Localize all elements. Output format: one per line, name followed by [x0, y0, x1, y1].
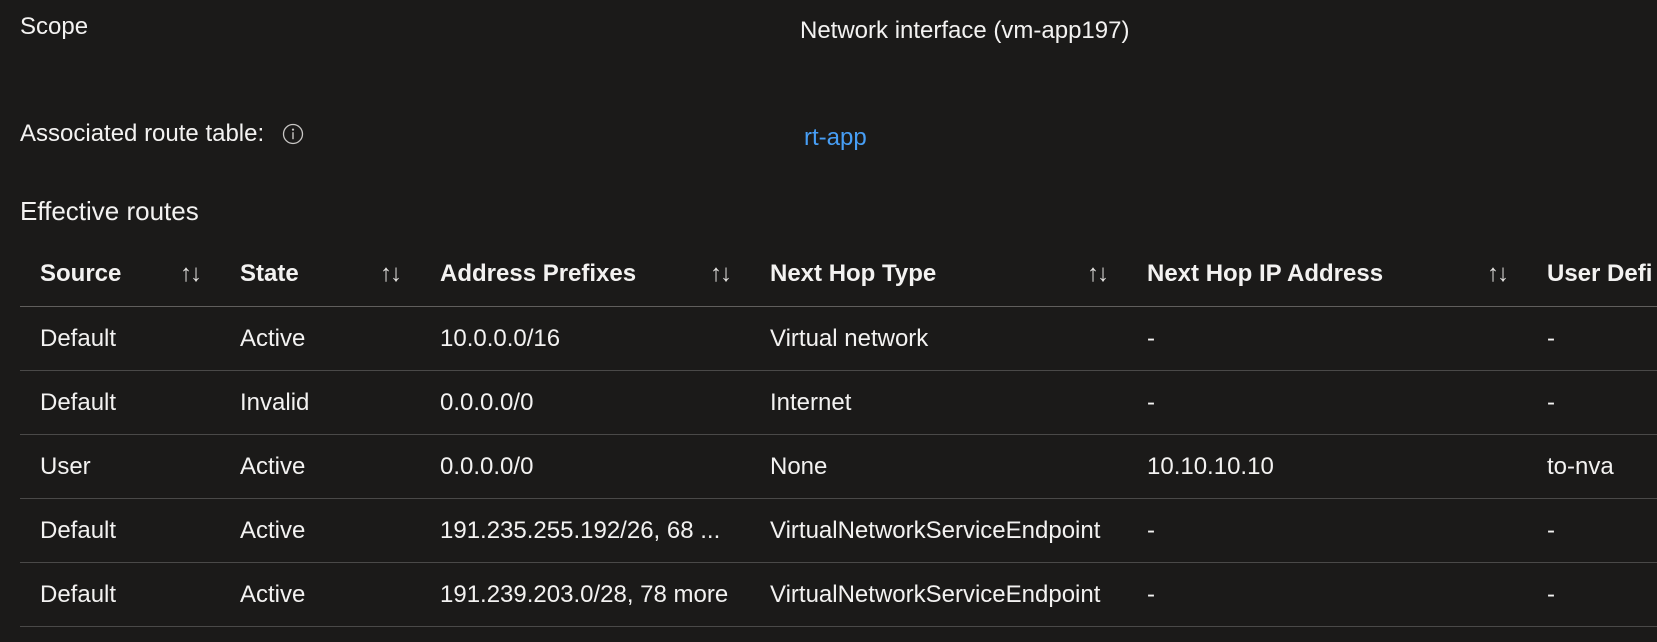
cell-next-hop-ip: -: [1147, 516, 1155, 544]
cell-next-hop-type: VirtualNetworkServiceEndpoint: [770, 516, 1101, 544]
cell-source: Default: [40, 516, 117, 544]
cell-next-hop-ip: 10.10.10.10: [1147, 452, 1274, 480]
table-row[interactable]: User Active 0.0.0.0/0 None 10.10.10.10 t…: [20, 435, 1657, 499]
cell-next-hop-ip: -: [1147, 388, 1155, 416]
cell-user-defined: -: [1547, 516, 1555, 544]
cell-user-defined: -: [1547, 324, 1555, 352]
effective-routes-title: Effective routes: [20, 196, 199, 226]
table-row[interactable]: Default Active 191.239.203.0/28, 78 more…: [20, 563, 1657, 627]
associated-route-table-row: Associated route table:: [20, 119, 304, 149]
cell-source: User: [40, 452, 91, 480]
cell-address-prefixes: 191.235.255.192/26, 68 ...: [440, 516, 721, 544]
cell-state: Active: [240, 452, 306, 480]
cell-next-hop-type: None: [770, 452, 828, 480]
associated-route-table-label: Associated route table:: [20, 120, 265, 147]
cell-source: Default: [40, 324, 117, 352]
cell-address-prefixes: 10.0.0.0/16: [440, 324, 561, 352]
cell-next-hop-type: Internet: [770, 388, 852, 416]
cell-user-defined: -: [1547, 388, 1555, 416]
sort-icon[interactable]: ↑↓: [380, 260, 402, 288]
cell-address-prefixes: 0.0.0.0/0: [440, 452, 534, 480]
scope-value: Network interface (vm-app197): [800, 17, 1130, 44]
route-table-link[interactable]: rt-app: [804, 123, 867, 153]
column-header-user-defined[interactable]: User Defi: [1527, 260, 1657, 288]
table-row[interactable]: Default Invalid 0.0.0.0/0 Internet - -: [20, 371, 1657, 435]
cell-source: Default: [40, 388, 117, 416]
column-header-source[interactable]: Source ↑↓: [20, 260, 220, 288]
sort-icon[interactable]: ↑↓: [1487, 260, 1509, 288]
cell-state: Active: [240, 324, 306, 352]
scope-label: Scope: [20, 13, 89, 40]
cell-state: Active: [240, 516, 306, 544]
info-icon[interactable]: [282, 123, 304, 145]
cell-next-hop-type: VirtualNetworkServiceEndpoint: [770, 580, 1101, 608]
table-row[interactable]: Default Active 10.0.0.0/16 Virtual netwo…: [20, 307, 1657, 371]
column-header-state[interactable]: State ↑↓: [220, 260, 420, 288]
table-header-row: Source ↑↓ State ↑↓ Address Prefixes ↑↓ N…: [20, 242, 1657, 307]
cell-state: Invalid: [240, 388, 310, 416]
sort-icon[interactable]: ↑↓: [1087, 260, 1109, 288]
sort-icon[interactable]: ↑↓: [710, 260, 732, 288]
cell-source: Default: [40, 580, 117, 608]
cell-user-defined: -: [1547, 580, 1555, 608]
column-header-next-hop-type[interactable]: Next Hop Type ↑↓: [750, 260, 1127, 288]
column-header-next-hop-ip[interactable]: Next Hop IP Address ↑↓: [1127, 260, 1527, 288]
sort-icon[interactable]: ↑↓: [180, 260, 202, 288]
effective-routes-page: Scope Network interface (vm-app197) Asso…: [0, 0, 1657, 642]
cell-next-hop-ip: -: [1147, 324, 1155, 352]
cell-user-defined: to-nva: [1547, 452, 1614, 480]
effective-routes-table: Source ↑↓ State ↑↓ Address Prefixes ↑↓ N…: [20, 242, 1657, 627]
column-header-address-prefixes[interactable]: Address Prefixes ↑↓: [420, 260, 750, 288]
cell-state: Active: [240, 580, 306, 608]
cell-address-prefixes: 191.239.203.0/28, 78 more: [440, 580, 729, 608]
table-row[interactable]: Default Active 191.235.255.192/26, 68 ..…: [20, 499, 1657, 563]
cell-next-hop-ip: -: [1147, 580, 1155, 608]
cell-next-hop-type: Virtual network: [770, 324, 929, 352]
cell-address-prefixes: 0.0.0.0/0: [440, 388, 534, 416]
